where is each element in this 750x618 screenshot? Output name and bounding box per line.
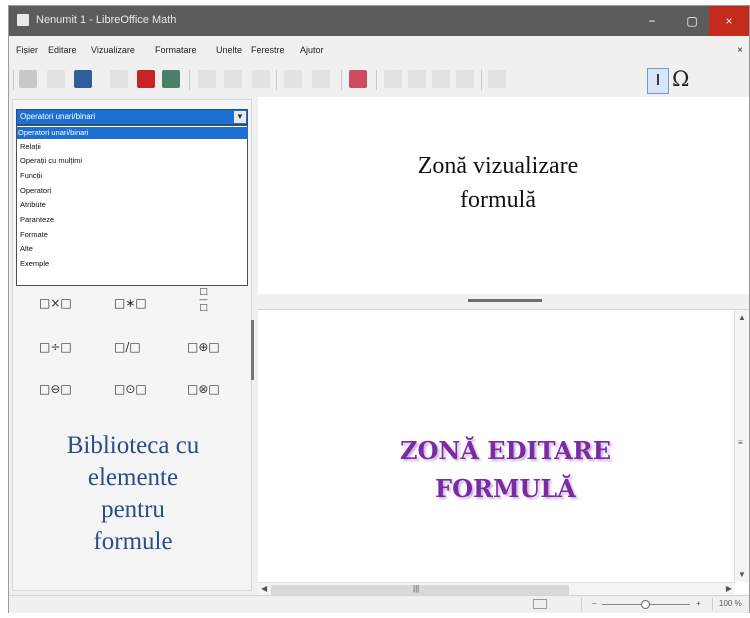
menu-file[interactable]: Fișier xyxy=(16,45,38,55)
standard-toolbar: I Ω xyxy=(9,64,749,96)
close-button[interactable]: × xyxy=(709,6,749,36)
paste-icon[interactable] xyxy=(252,70,270,88)
export-pdf-icon[interactable] xyxy=(137,70,155,88)
dropdown-item[interactable]: Funcții xyxy=(19,170,246,182)
scroll-right-icon[interactable]: ▶ xyxy=(726,584,732,593)
zoom-out-icon[interactable] xyxy=(408,70,426,88)
close-document-icon[interactable]: × xyxy=(737,45,743,56)
zoom-in-icon[interactable] xyxy=(384,70,402,88)
category-selected: Operatori unari/binari xyxy=(20,112,96,121)
formula-cursor-icon[interactable] xyxy=(488,70,506,88)
library-caption: Biblioteca cu elemente pentru formule xyxy=(13,430,253,558)
dropdown-item[interactable]: Operatori xyxy=(19,185,246,197)
symbol-otimes[interactable]: □⊗□ xyxy=(187,382,220,396)
symbol-ominus[interactable]: □⊖□ xyxy=(39,382,72,396)
menu-bar: Fișier Editare Vizualizare Formatare Une… xyxy=(9,40,749,60)
view-caption-line: formulă xyxy=(460,187,536,213)
scroll-left-icon[interactable]: ◀ xyxy=(261,584,267,593)
undo-icon[interactable] xyxy=(284,70,302,88)
elements-panel: Operatori unari/binari ▼ Operatori unari… xyxy=(12,99,254,591)
edit-caption-line: ZONĂ EDITARE xyxy=(399,436,612,465)
panel-scrollbar[interactable] xyxy=(251,320,254,380)
show-all-icon[interactable] xyxy=(432,70,450,88)
symbol-fraction[interactable]: □ — □ xyxy=(199,288,208,313)
formula-view-area: Zonă vizualizare formulă xyxy=(258,97,749,294)
toolbar-separator xyxy=(13,70,14,90)
vertical-scrollbar[interactable]: ▲ ≡ ▼ xyxy=(734,310,749,582)
library-caption-line: formule xyxy=(93,528,173,555)
print-icon[interactable] xyxy=(162,70,180,88)
toolbar-separator xyxy=(341,70,342,90)
chevron-down-icon[interactable]: ▼ xyxy=(234,111,246,123)
toolbar-separator xyxy=(481,70,482,90)
dropdown-item[interactable]: Alte xyxy=(19,243,246,255)
symbol-times[interactable]: □×□ xyxy=(39,296,72,310)
scroll-grip-icon[interactable]: ||| xyxy=(413,584,419,593)
scroll-down-icon[interactable]: ▼ xyxy=(738,570,746,579)
library-caption-line: pentru xyxy=(101,496,165,523)
menu-edit[interactable]: Editare xyxy=(48,45,77,55)
copy-icon[interactable] xyxy=(224,70,242,88)
menu-format[interactable]: Formatare xyxy=(155,45,197,55)
menu-window[interactable]: Ferestre xyxy=(251,45,285,55)
app-icon xyxy=(17,14,29,26)
save-icon[interactable] xyxy=(74,70,92,88)
new-document-icon[interactable] xyxy=(19,70,37,88)
omega-icon[interactable]: Ω xyxy=(672,67,689,91)
edit-caption-line: FORMULĂ xyxy=(435,474,576,503)
redo-icon[interactable] xyxy=(312,70,330,88)
update-icon[interactable] xyxy=(456,70,474,88)
menu-tools[interactable]: Unelte xyxy=(216,45,242,55)
symbol-odot[interactable]: □⊙□ xyxy=(114,382,147,396)
symbols-icon[interactable] xyxy=(349,70,367,88)
view-caption: Zonă vizualizare formulă xyxy=(368,149,628,217)
pane-splitter[interactable] xyxy=(258,294,749,309)
symbol-oplus[interactable]: □⊕□ xyxy=(187,340,220,354)
splitter-handle[interactable] xyxy=(468,299,542,302)
formula-editor-area[interactable]: ZONĂ EDITARE FORMULĂ ▲ ≡ ▼ ◀ ||| ▶ xyxy=(258,309,749,597)
view-caption-line: Zonă vizualizare xyxy=(417,153,579,179)
minimize-button[interactable]: − xyxy=(632,6,672,36)
menu-view[interactable]: Vizualizare xyxy=(91,45,135,55)
toolbar-separator xyxy=(276,70,277,90)
zoom-slider-knob[interactable] xyxy=(641,600,650,609)
scroll-grip-icon[interactable]: ≡ xyxy=(738,438,743,447)
window-title: Nenumit 1 - LibreOffice Math xyxy=(36,14,177,26)
text-cursor-icon[interactable]: I xyxy=(647,68,669,94)
symbol-div[interactable]: □÷□ xyxy=(39,340,72,354)
title-bar: Nenumit 1 - LibreOffice Math − ▢ × xyxy=(9,6,749,36)
zoom-out-button[interactable]: − xyxy=(592,599,597,608)
scroll-up-icon[interactable]: ▲ xyxy=(738,313,746,322)
dropdown-item[interactable]: Operații cu mulțimi xyxy=(19,155,246,167)
status-separator xyxy=(581,598,582,611)
toolbar-separator xyxy=(376,70,377,90)
category-select[interactable]: Operatori unari/binari ▼ xyxy=(16,109,248,125)
dropdown-item[interactable]: Operatori unari/binari xyxy=(17,127,248,139)
scroll-thumb[interactable] xyxy=(271,585,569,595)
dropdown-item[interactable]: Paranteze xyxy=(19,214,246,226)
status-bar: − + 100 % xyxy=(9,595,749,613)
toolbar-separator xyxy=(189,70,190,90)
zoom-level[interactable]: 100 % xyxy=(719,599,742,608)
open-icon[interactable] xyxy=(47,70,65,88)
edit-caption: ZONĂ EDITARE FORMULĂ xyxy=(368,432,643,508)
library-caption-line: elemente xyxy=(87,464,179,491)
library-caption-line: Biblioteca cu xyxy=(66,432,200,459)
menu-help[interactable]: Ajutor xyxy=(300,45,324,55)
symbol-cdot[interactable]: □∗□ xyxy=(114,296,147,310)
dropdown-item[interactable]: Formate xyxy=(19,229,246,241)
dropdown-item[interactable]: Relații xyxy=(19,141,246,153)
cut-icon[interactable] xyxy=(198,70,216,88)
email-icon[interactable] xyxy=(110,70,128,88)
libreoffice-math-window: Nenumit 1 - LibreOffice Math − ▢ × Fișie… xyxy=(8,5,750,613)
document-status-icon xyxy=(533,599,547,609)
zoom-in-button[interactable]: + xyxy=(696,599,701,608)
maximize-button[interactable]: ▢ xyxy=(672,6,712,36)
category-dropdown: Operatori unari/binari Relații Operații … xyxy=(16,125,248,286)
dropdown-item[interactable]: Atribute xyxy=(19,199,246,211)
status-separator xyxy=(712,598,713,611)
dropdown-item[interactable]: Exemple xyxy=(19,258,246,270)
symbol-slash[interactable]: □/□ xyxy=(114,340,141,354)
